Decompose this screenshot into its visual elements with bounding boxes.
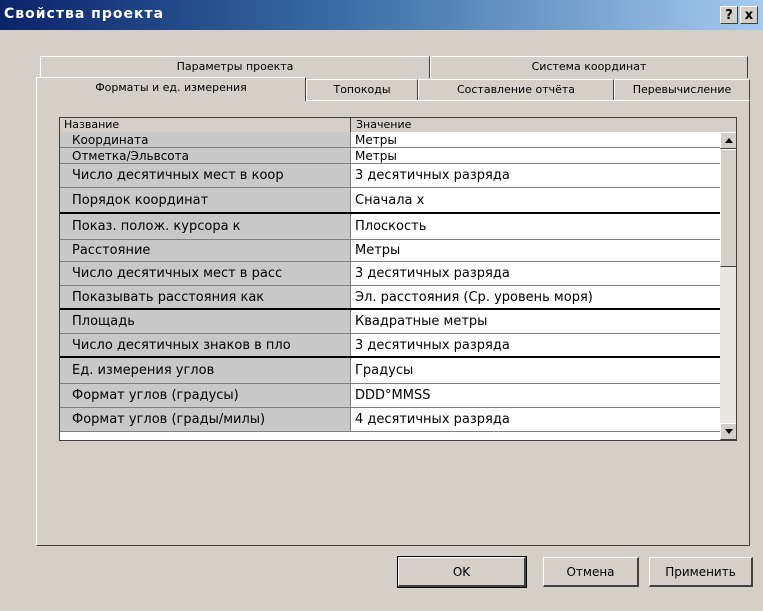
property-name: Формат углов (градусы) (60, 384, 351, 407)
property-name: Площадь (60, 310, 351, 333)
tab-formats-units[interactable]: Форматы и ед. измерения (36, 77, 306, 101)
property-value[interactable]: 4 десятичных разряда (351, 408, 720, 431)
property-name: Координата (60, 132, 351, 147)
scroll-thumb[interactable] (720, 149, 736, 267)
title-bar[interactable]: Свойства проекта ? x (0, 0, 763, 30)
property-value[interactable]: Эл. расстояния (Ср. уровень моря) (351, 286, 720, 308)
property-name: Порядок координат (60, 188, 351, 212)
grid-row[interactable]: Число десятичных знаков в пло 3 десятичн… (60, 334, 720, 358)
apply-button[interactable]: Применить (649, 557, 753, 587)
help-button[interactable]: ? (720, 6, 738, 24)
grid-row[interactable]: Формат углов (грады/милы) 4 десятичных р… (60, 408, 720, 432)
window-title: Свойства проекта (4, 6, 165, 22)
property-name: Число десятичных мест в расс (60, 262, 351, 285)
cancel-button[interactable]: Отмена (543, 557, 639, 587)
property-value[interactable]: DDD°MMSS (351, 384, 720, 407)
property-name: Расстояние (60, 240, 351, 261)
grid-row[interactable]: Координата Метры (60, 132, 720, 148)
grid-row[interactable]: Расстояние Метры (60, 240, 720, 262)
property-value[interactable]: Метры (351, 132, 720, 147)
grid-row[interactable]: Число десятичных мест в коор 3 десятичны… (60, 164, 720, 188)
property-value[interactable]: Сначала x (351, 188, 720, 212)
property-name: Число десятичных мест в коор (60, 164, 351, 187)
property-name: Число десятичных знаков в пло (60, 334, 351, 356)
property-value[interactable]: Градусы (351, 358, 720, 383)
grid-row[interactable]: Порядок координат Сначала x (60, 188, 720, 214)
grid-row[interactable]: Число десятичных мест в расс 3 десятичны… (60, 262, 720, 286)
project-properties-dialog: Свойства проекта ? x Параметры проекта С… (0, 0, 763, 611)
scroll-down-button[interactable] (720, 423, 736, 440)
property-value[interactable]: Квадратные метры (351, 310, 720, 333)
property-name: Показывать расстояния как (60, 286, 351, 308)
grid-header: Название Значение (60, 118, 736, 133)
grid-rows: Координата Метры Отметка/Эльвсота Метры … (60, 132, 720, 432)
grid-row[interactable]: Показ. полож. курсора к Плоскость (60, 214, 720, 240)
property-value[interactable]: Метры (351, 240, 720, 261)
grid-row[interactable]: Отметка/Эльвсота Метры (60, 148, 720, 164)
grid-row[interactable]: Формат углов (градусы) DDD°MMSS (60, 384, 720, 408)
tab-coordinate-system[interactable]: Система координат (430, 56, 748, 78)
property-value[interactable]: 3 десятичных разряда (351, 164, 720, 187)
tab-project-parameters[interactable]: Параметры проекта (40, 56, 430, 78)
property-name: Формат углов (грады/милы) (60, 408, 351, 431)
tab-recalculation[interactable]: Перевычисление (614, 79, 750, 101)
close-button[interactable]: x (740, 6, 758, 24)
property-grid[interactable]: Название Значение Координата Метры Отмет… (59, 117, 737, 441)
property-name: Ед. измерения углов (60, 358, 351, 383)
header-value[interactable]: Значение (356, 118, 411, 132)
ok-button[interactable]: OK (397, 556, 527, 588)
grid-row[interactable]: Площадь Квадратные метры (60, 310, 720, 334)
property-name: Показ. полож. курсора к (60, 214, 351, 239)
vertical-scrollbar[interactable] (720, 132, 736, 440)
header-name[interactable]: Название (64, 118, 351, 132)
property-value[interactable]: Метры (351, 148, 720, 163)
property-name: Отметка/Эльвсота (60, 148, 351, 163)
grid-row[interactable]: Показывать расстояния как Эл. расстояния… (60, 286, 720, 310)
property-value[interactable]: 3 десятичных разряда (351, 334, 720, 356)
property-value[interactable]: Плоскость (351, 214, 720, 239)
tab-topocodes[interactable]: Топокоды (306, 79, 418, 101)
arrow-down-icon (725, 429, 733, 434)
grid-row[interactable]: Ед. измерения углов Градусы (60, 358, 720, 384)
property-value[interactable]: 3 десятичных разряда (351, 262, 720, 285)
arrow-up-icon (725, 138, 733, 143)
tab-report-generation[interactable]: Составление отчёта (418, 79, 614, 101)
scroll-up-button[interactable] (720, 132, 736, 149)
